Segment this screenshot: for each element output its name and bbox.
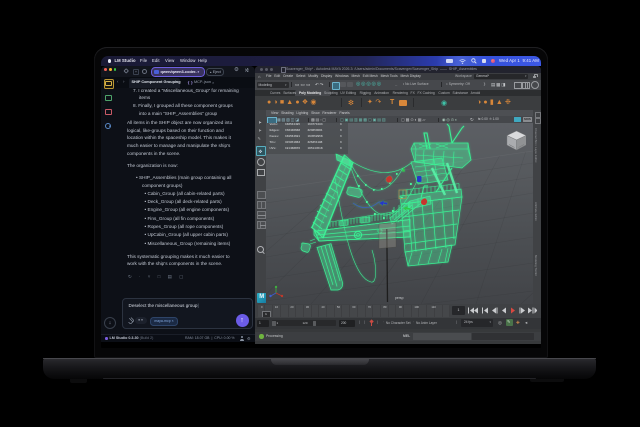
- svg-text:persp: persp: [395, 296, 404, 300]
